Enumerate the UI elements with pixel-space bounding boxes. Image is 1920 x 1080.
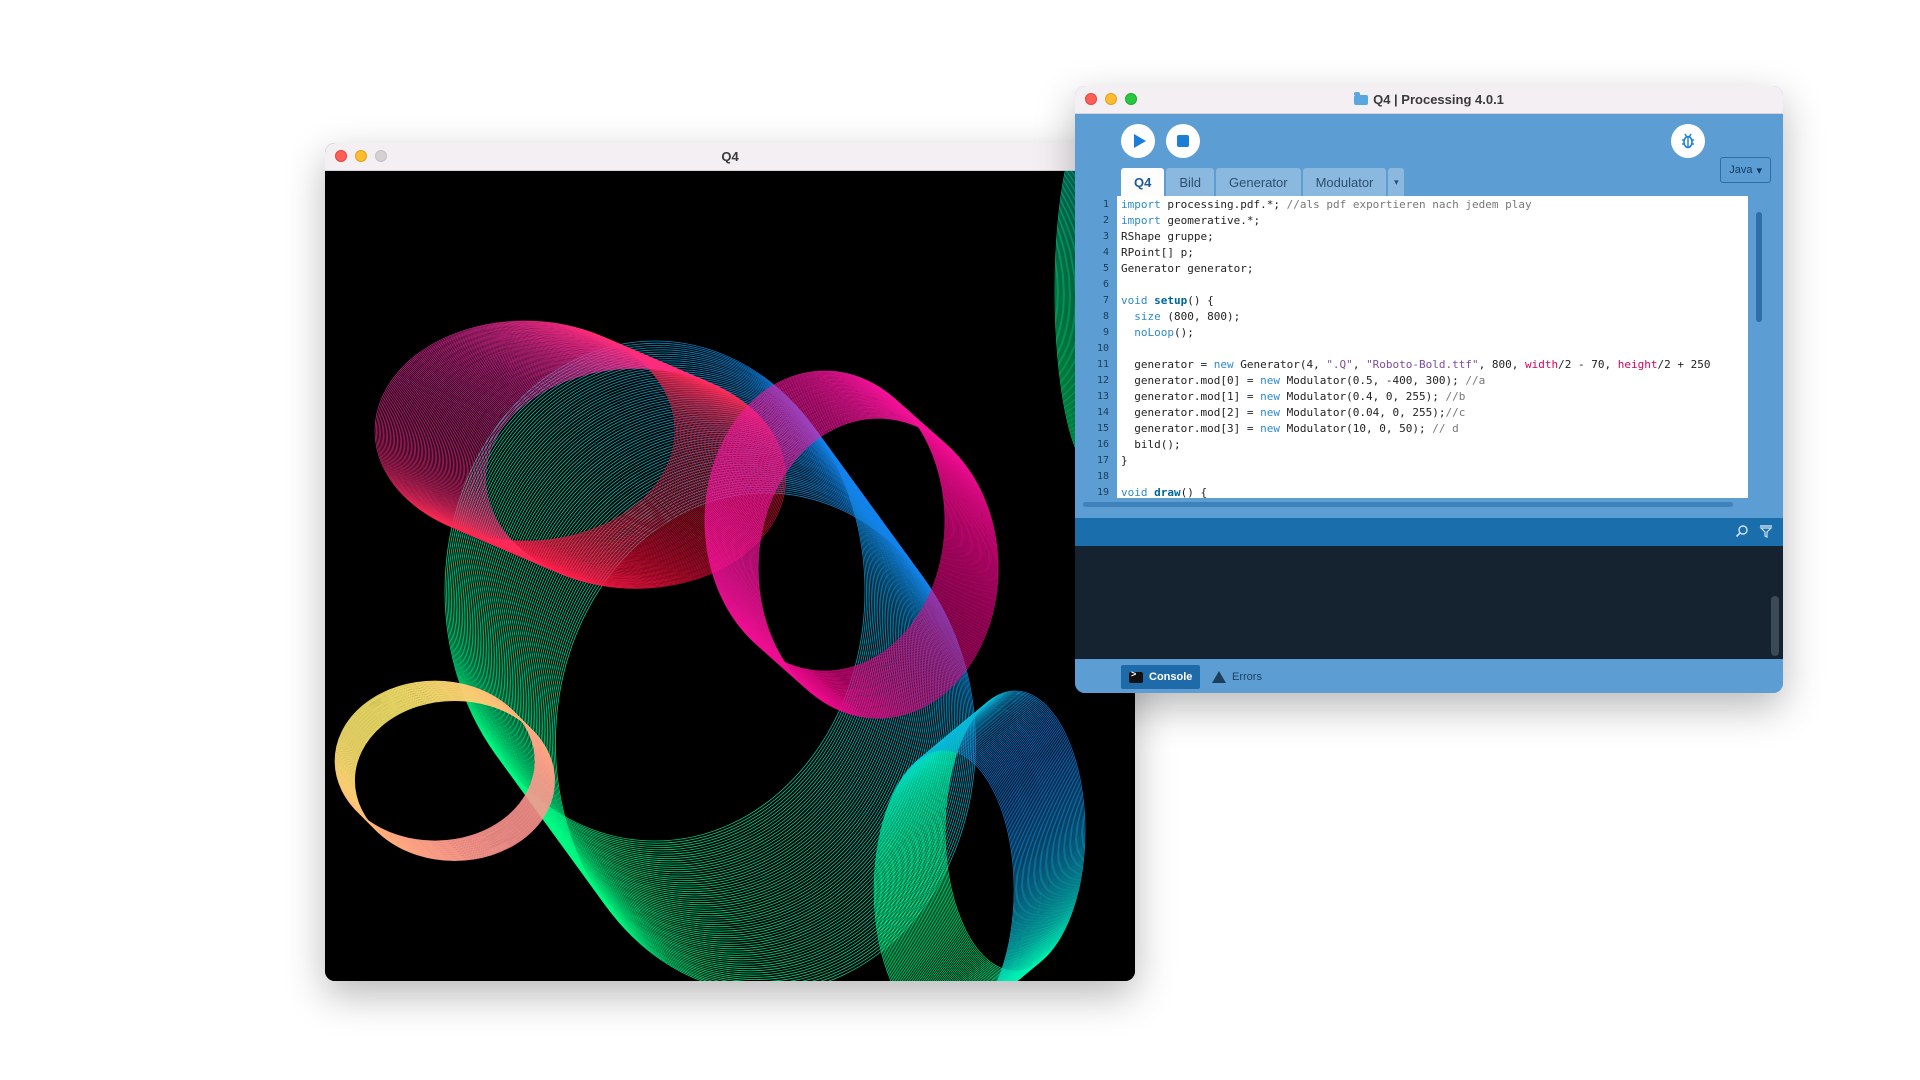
- stop-icon: [1177, 135, 1189, 147]
- console-scrollbar[interactable]: [1771, 596, 1779, 656]
- code-line[interactable]: 5 Generator generator;: [1081, 261, 1748, 277]
- scroll-thumb[interactable]: [1083, 502, 1733, 507]
- generative-artwork: [334, 143, 1135, 981]
- code-text: Generator generator;: [1121, 262, 1254, 275]
- line-number: 1: [1102, 199, 1109, 210]
- line-number: 7: [1102, 295, 1109, 306]
- stop-button[interactable]: [1166, 124, 1200, 158]
- chevron-down-icon: ▾: [1756, 164, 1762, 177]
- console-tabs-bar: Console Errors: [1075, 659, 1783, 693]
- line-number: 13: [1096, 391, 1109, 402]
- tab-menu-button[interactable]: ▾: [1388, 168, 1405, 196]
- line-number: 15: [1096, 423, 1109, 434]
- code-text: }: [1121, 454, 1128, 467]
- code-line[interactable]: 13 generator.mod[1] = new Modulator(0.4,…: [1081, 389, 1748, 405]
- ide-toolbar: Java ▾: [1075, 114, 1783, 183]
- console-output[interactable]: [1075, 546, 1783, 659]
- line-number: 2: [1102, 215, 1109, 226]
- debug-icon: [1682, 133, 1694, 149]
- ide-window-title: Q4 | Processing 4.0.1: [1075, 92, 1783, 107]
- tab-generator[interactable]: Generator: [1216, 168, 1301, 196]
- sketch-window: Q4: [325, 143, 1135, 981]
- console-icon: [1129, 669, 1143, 683]
- scroll-thumb[interactable]: [1756, 212, 1762, 322]
- code-text: generator = new Generator(4, ".Q", "Robo…: [1121, 358, 1711, 371]
- code-line[interactable]: 14 generator.mod[2] = new Modulator(0.04…: [1081, 405, 1748, 421]
- debug-button[interactable]: [1671, 124, 1705, 158]
- mode-label: Java: [1729, 164, 1753, 176]
- code-text: bild();: [1121, 438, 1181, 451]
- code-line[interactable]: 15 generator.mod[3] = new Modulator(10, …: [1081, 421, 1748, 437]
- console-tab[interactable]: Console: [1121, 665, 1201, 689]
- ide-titlebar[interactable]: Q4 | Processing 4.0.1: [1075, 86, 1783, 114]
- line-number: 12: [1096, 375, 1109, 386]
- line-number: 17: [1096, 455, 1109, 466]
- sketch-canvas[interactable]: [325, 143, 1135, 981]
- code-line[interactable]: 2 import geomerative.*;: [1081, 213, 1748, 229]
- code-text: generator.mod[2] = new Modulator(0.04, 0…: [1121, 406, 1466, 419]
- code-line[interactable]: 19 void draw() {: [1081, 485, 1748, 498]
- code-line[interactable]: 11 generator = new Generator(4, ".Q", "R…: [1081, 357, 1748, 373]
- green-tail: [873, 690, 1086, 981]
- status-bar: [1075, 518, 1783, 546]
- code-editor[interactable]: 1 import processing.pdf.*; //als pdf expo…: [1081, 196, 1748, 498]
- code-text: void setup() {: [1121, 294, 1214, 307]
- folder-icon: [1354, 92, 1369, 105]
- sketch-window-title: Q4: [721, 149, 739, 164]
- line-number: 14: [1096, 407, 1109, 418]
- code-line[interactable]: 1 import processing.pdf.*; //als pdf expo…: [1081, 197, 1748, 213]
- sketch-titlebar[interactable]: Q4: [325, 143, 1135, 171]
- code-line[interactable]: 4 RPoint[] p;: [1081, 245, 1748, 261]
- code-text: generator.mod[1] = new Modulator(0.4, 0,…: [1121, 390, 1466, 403]
- ide-title-text: Q4 | Processing 4.0.1: [1373, 92, 1504, 107]
- code-line[interactable]: 18: [1081, 469, 1748, 485]
- line-number: 4: [1102, 247, 1109, 258]
- code-line[interactable]: 3 RShape gruppe;: [1081, 229, 1748, 245]
- code-text: generator.mod[0] = new Modulator(0.5, -4…: [1121, 374, 1486, 387]
- line-number: 18: [1096, 471, 1109, 482]
- warning-icon: [1212, 671, 1226, 683]
- code-text: RShape gruppe;: [1121, 230, 1214, 243]
- code-text: size (800, 800);: [1134, 310, 1241, 323]
- code-line[interactable]: 10: [1081, 341, 1748, 357]
- code-line[interactable]: 6: [1081, 277, 1748, 293]
- line-number: 10: [1096, 343, 1109, 354]
- code-text: void draw() {: [1121, 486, 1208, 498]
- code-line[interactable]: 16 bild();: [1081, 437, 1748, 453]
- editor-vertical-scrollbar[interactable]: [1755, 204, 1763, 496]
- console-tab-label: Console: [1149, 671, 1193, 683]
- code-text: import geomerative.*;: [1121, 214, 1261, 227]
- line-number: 11: [1096, 359, 1109, 370]
- code-line[interactable]: 12 generator.mod[0] = new Modulator(0.5,…: [1081, 373, 1748, 389]
- code-text: import processing.pdf.*; //als pdf expor…: [1121, 198, 1532, 211]
- run-button[interactable]: [1121, 124, 1155, 158]
- filter-icon[interactable]: [1759, 524, 1773, 538]
- play-icon: [1133, 134, 1146, 148]
- code-text: noLoop();: [1134, 326, 1194, 339]
- line-number: 19: [1096, 487, 1109, 498]
- code-text: RPoint[] p;: [1121, 246, 1194, 259]
- errors-tab[interactable]: Errors: [1204, 665, 1270, 689]
- code-line[interactable]: 7 void setup() {: [1081, 293, 1748, 309]
- code-line[interactable]: 8 size (800, 800);: [1081, 309, 1748, 325]
- editor-horizontal-scrollbar[interactable]: [1081, 499, 1748, 509]
- processing-ide-window: Q4 | Processing 4.0.1 Java ▾ Q4 Bild Gen…: [1075, 86, 1783, 693]
- line-number: 16: [1096, 439, 1109, 450]
- code-text: generator.mod[3] = new Modulator(10, 0, …: [1121, 422, 1459, 435]
- tab-bild[interactable]: Bild: [1166, 168, 1215, 196]
- line-number: 3: [1102, 231, 1109, 242]
- search-icon[interactable]: [1735, 524, 1749, 538]
- mode-selector[interactable]: Java ▾: [1720, 157, 1771, 183]
- code-line[interactable]: 9 noLoop();: [1081, 325, 1748, 341]
- line-number: 9: [1102, 327, 1109, 338]
- line-number: 5: [1102, 263, 1109, 274]
- pink-q-ring: [704, 370, 999, 719]
- errors-tab-label: Errors: [1232, 671, 1262, 683]
- sketch-tabs: Q4 Bild Generator Modulator ▾: [1121, 168, 1405, 196]
- tab-modulator[interactable]: Modulator: [1302, 168, 1387, 196]
- tab-q4[interactable]: Q4: [1121, 168, 1165, 196]
- line-number: 8: [1102, 311, 1109, 322]
- code-line[interactable]: 17}: [1081, 453, 1748, 469]
- line-number: 6: [1102, 279, 1109, 290]
